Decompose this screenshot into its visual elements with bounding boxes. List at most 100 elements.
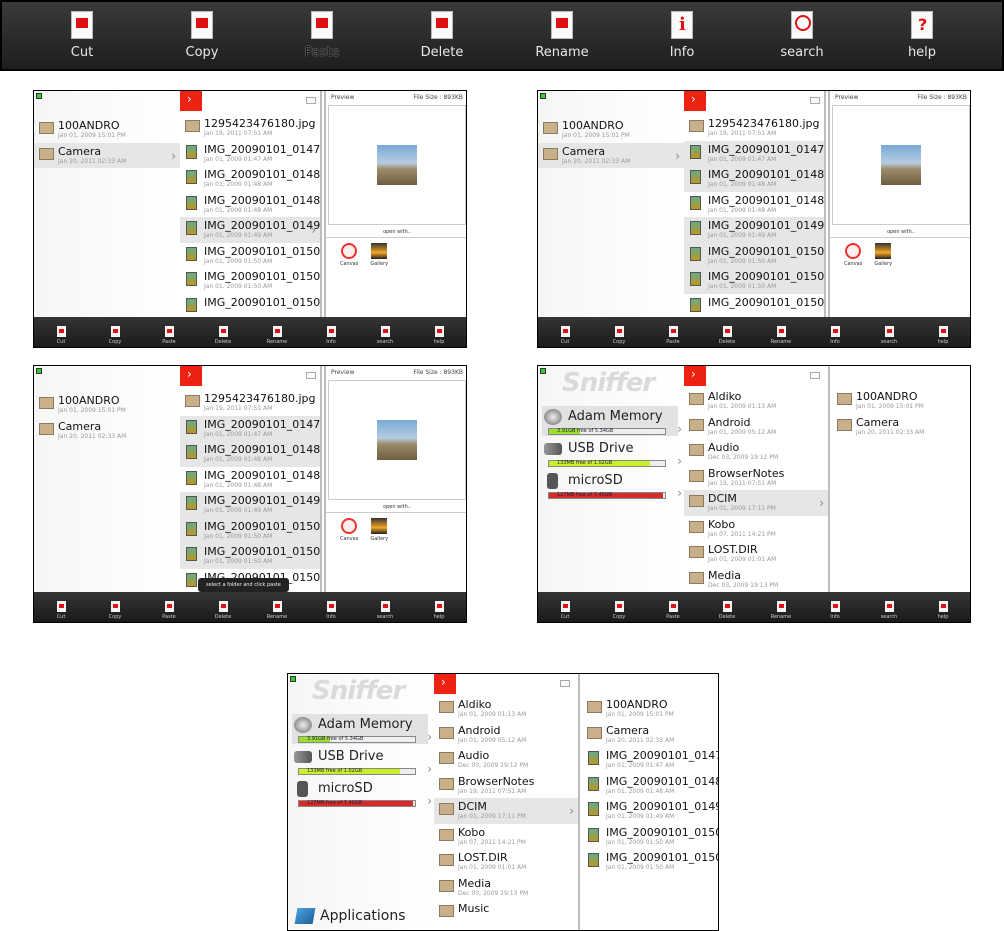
copy-mini-button[interactable]: Copy — [95, 326, 135, 345]
list-item[interactable]: Media Dec 03, 2009 19:13 PM — [434, 875, 578, 901]
list-item[interactable]: IMG_20090101_01490 Jan 01, 2009 01:49 AM — [180, 492, 320, 518]
search-mini-button[interactable]: search — [365, 326, 405, 345]
list-item[interactable]: IMG_20090101_01500 Jan 01, 2009 01:50 AM — [684, 242, 824, 268]
storage-usb-drive[interactable]: USB Drive 133MB free of 1.02GB › — [542, 438, 682, 468]
search-box-icon[interactable] — [306, 372, 316, 379]
cut-mini-button[interactable]: Cut — [545, 601, 585, 620]
app-canvas[interactable]: Canvas — [340, 518, 358, 542]
list-item[interactable]: 100ANDRO Jan 01, 2009 15:01 PM — [832, 388, 970, 414]
list-item[interactable]: LOST.DIR Jan 01, 2009 01:01 AM — [684, 541, 828, 567]
list-item[interactable]: Audio Dec 03, 2009 19:12 PM — [684, 439, 828, 465]
paste-mini-button[interactable]: Paste — [149, 326, 189, 345]
cut-mini-button[interactable]: Cut — [545, 326, 585, 345]
app-canvas[interactable]: Canvas — [340, 243, 358, 267]
back-tab[interactable] — [684, 91, 706, 111]
delete-mini-button[interactable]: Delete — [203, 326, 243, 345]
copy-mini-button[interactable]: Copy — [599, 601, 639, 620]
list-item[interactable]: IMG_20090101_01490 Jan 01, 2009 01:49 AM — [582, 798, 718, 824]
list-item[interactable]: 1295423476180.jpg Jan 19, 2011 07:51 AM — [684, 115, 824, 141]
storage-microsd[interactable]: microSD 127MB free of 7.40GB › — [542, 470, 682, 500]
list-item[interactable]: 100ANDRO Jan 01, 2009 15:01 PM — [34, 392, 180, 418]
list-item[interactable]: IMG_20090101_01483 Jan 01, 2009 01:48 AM — [582, 773, 718, 799]
list-item[interactable]: IMG_20090101_01483 Jan 01, 2009 01:48 AM — [180, 441, 320, 467]
list-item[interactable]: Kobo Jan 07, 2011 14:21 PM — [434, 824, 578, 850]
search-box-icon[interactable] — [810, 97, 820, 104]
image-thumbnail[interactable] — [377, 420, 417, 460]
paste-mini-button[interactable]: Paste — [149, 601, 189, 620]
list-item[interactable]: IMG_20090101_01483 Jan 01, 2009 01:48 AM — [684, 166, 824, 192]
search-box-icon[interactable] — [810, 372, 820, 379]
list-item[interactable]: Android Jan 01, 2009 05:12 AM — [684, 414, 828, 440]
list-item[interactable]: Camera Jan 20, 2011 02:33 AM — [582, 722, 718, 748]
app-gallery[interactable]: Gallery — [370, 243, 388, 267]
back-tab[interactable] — [180, 366, 202, 386]
rename-mini-button[interactable]: Rename — [761, 601, 801, 620]
paste-mini-button[interactable]: Paste — [653, 326, 693, 345]
list-item[interactable]: 100ANDRO Jan 01, 2009 15:01 PM — [582, 696, 718, 722]
list-item[interactable]: Camera Jan 20, 2011 02:33 AM — [34, 418, 180, 444]
list-item[interactable]: LOST.DIR Jan 01, 2009 01:01 AM — [434, 849, 578, 875]
delete-mini-button[interactable]: Delete — [707, 601, 747, 620]
list-item[interactable]: IMG_20090101_01502 — [684, 294, 824, 318]
list-item[interactable]: IMG_20090101_01475 Jan 01, 2009 01:47 AM — [582, 747, 718, 773]
delete-mini-button[interactable]: Delete — [707, 326, 747, 345]
help-mini-button[interactable]: help — [419, 601, 459, 620]
info-mini-button[interactable]: Info — [311, 326, 351, 345]
app-canvas[interactable]: Canvas — [844, 243, 862, 267]
cut-mini-button[interactable]: Cut — [41, 326, 81, 345]
help-mini-button[interactable]: help — [419, 326, 459, 345]
image-thumbnail[interactable] — [377, 145, 417, 185]
list-item[interactable]: IMG_20090101_01490 Jan 01, 2009 01:49 AM › — [180, 217, 320, 243]
list-item[interactable]: IMG_20090101_01483 Jan 01, 2009 01:48 AM — [180, 166, 320, 192]
app-gallery[interactable]: Gallery — [874, 243, 892, 267]
list-item[interactable]: 1295423476180.jpg Jan 19, 2011 07:51 AM — [180, 115, 320, 141]
rename-mini-button[interactable]: Rename — [761, 326, 801, 345]
list-item[interactable]: IMG_20090101_01484 Jan 01, 2009 01:48 AM — [684, 192, 824, 218]
list-item[interactable]: 100ANDRO Jan 01, 2009 15:01 PM — [34, 117, 180, 143]
search-box-icon[interactable] — [560, 680, 570, 687]
list-item[interactable]: Kobo Jan 07, 2011 14:21 PM — [684, 516, 828, 542]
list-item[interactable]: IMG_20090101_01500 Jan 01, 2009 01:50 AM — [582, 824, 718, 850]
info-mini-button[interactable]: Info — [815, 326, 855, 345]
help-button[interactable]: help — [872, 11, 972, 60]
list-item[interactable]: DCIM Jan 01, 2009 17:11 PM › — [434, 798, 578, 824]
back-tab[interactable] — [180, 91, 202, 111]
cut-button[interactable]: Cut — [32, 11, 132, 60]
list-item[interactable]: Media Dec 03, 2009 19:13 PM — [684, 567, 828, 593]
rename-mini-button[interactable]: Rename — [257, 326, 297, 345]
cut-mini-button[interactable]: Cut — [41, 601, 81, 620]
list-item[interactable]: IMG_20090101_01501 Jan 01, 2009 01:50 AM — [180, 543, 320, 569]
search-mini-button[interactable]: search — [869, 326, 909, 345]
list-item[interactable]: IMG_20090101_01484 Jan 01, 2009 01:48 AM — [180, 467, 320, 493]
list-item[interactable]: Camera Jan 20, 2011 02:33 AM — [832, 414, 970, 440]
copy-mini-button[interactable]: Copy — [599, 326, 639, 345]
list-item[interactable]: IMG_20090101_01475 Jan 01, 2009 01:47 AM — [180, 415, 320, 441]
list-item[interactable]: Camera Jan 20, 2011 02:33 AM › — [34, 142, 180, 168]
back-tab[interactable] — [684, 366, 706, 386]
search-button[interactable]: search — [752, 11, 852, 60]
help-mini-button[interactable]: help — [923, 601, 963, 620]
list-item[interactable]: IMG_20090101_01500 Jan 01, 2009 01:50 AM — [180, 243, 320, 269]
delete-button[interactable]: Delete — [392, 11, 492, 60]
list-item[interactable]: BrowserNotes Jan 19, 2011 07:51 AM — [434, 773, 578, 799]
list-item[interactable]: 1295423476180.jpg Jan 19, 2011 07:51 AM — [180, 390, 320, 416]
applications-link[interactable]: Applications — [296, 908, 406, 924]
list-item[interactable]: IMG_20090101_01475 Jan 01, 2009 01:47 AM — [684, 140, 824, 166]
list-item[interactable]: IMG_20090101_01490 Jan 01, 2009 01:49 AM — [684, 217, 824, 243]
info-mini-button[interactable]: Info — [815, 601, 855, 620]
copy-mini-button[interactable]: Copy — [95, 601, 135, 620]
list-item[interactable]: IMG_20090101_01500 Jan 01, 2009 01:50 AM — [180, 517, 320, 543]
storage-adam-memory[interactable]: Adam Memory 3.91GB free of 5.34GB › — [542, 406, 682, 436]
paste-button[interactable]: Paste — [272, 11, 372, 60]
app-gallery[interactable]: Gallery — [370, 518, 388, 542]
list-item[interactable]: Audio Dec 03, 2009 19:12 PM — [434, 747, 578, 773]
info-mini-button[interactable]: Info — [311, 601, 351, 620]
search-box-icon[interactable] — [306, 97, 316, 104]
list-item[interactable]: IMG_20090101_01501 Jan 01, 2009 01:50 AM — [684, 268, 824, 294]
list-item[interactable]: IMG_20090101_01502 — [180, 294, 320, 318]
list-item[interactable]: IMG_20090101_01501 Jan 01, 2009 01:50 AM — [582, 849, 718, 875]
rename-mini-button[interactable]: Rename — [257, 601, 297, 620]
list-item[interactable]: Aldiko Jan 01, 2009 01:13 AM — [434, 696, 578, 722]
storage-microsd[interactable]: microSD 127MB free of 7.40GB › — [292, 778, 432, 808]
copy-button[interactable]: Copy — [152, 11, 252, 60]
